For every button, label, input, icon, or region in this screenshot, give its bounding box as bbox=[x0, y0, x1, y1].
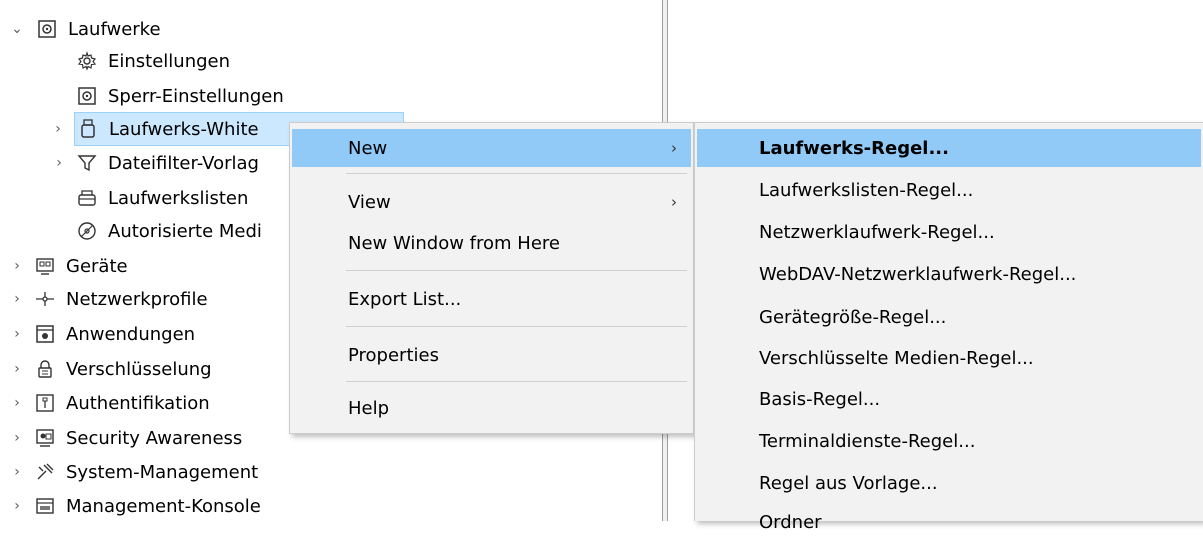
tree-item-verschluesselung[interactable]: › Verschlüsselung bbox=[8, 352, 212, 386]
tree-item-label: Management-Konsole bbox=[66, 495, 261, 517]
chevron-right-icon[interactable]: › bbox=[50, 154, 68, 172]
submenu-item-regel-aus-vorlage[interactable]: Regel aus Vorlage... bbox=[697, 464, 1201, 502]
chevron-right-icon[interactable]: › bbox=[49, 120, 67, 138]
tree-item-sperr-einstellungen[interactable]: Sperr-Einstellungen bbox=[76, 79, 284, 113]
tree-item-system-management[interactable]: › System-Management bbox=[8, 455, 258, 489]
tree-item-dateifilter-vorlagen[interactable]: › Dateifilter-Vorlag bbox=[56, 146, 259, 180]
chevron-right-icon[interactable]: › bbox=[8, 394, 26, 412]
tree-item-label: Geräte bbox=[66, 255, 128, 277]
chevron-down-icon[interactable]: ⌄ bbox=[8, 20, 26, 38]
submenu-item-basis-regel[interactable]: Basis-Regel... bbox=[697, 380, 1201, 418]
tree-item-label: Laufwerkslisten bbox=[108, 187, 249, 209]
padlock-icon bbox=[34, 358, 56, 380]
menu-item-export-list[interactable]: Export List... bbox=[292, 280, 691, 318]
chevron-right-icon[interactable]: › bbox=[8, 497, 26, 515]
submenu-item-laufwerkslisten-regel[interactable]: Laufwerkslisten-Regel... bbox=[697, 171, 1201, 209]
menu-separator bbox=[346, 173, 687, 174]
console-icon bbox=[34, 495, 56, 517]
tree-item-label: Dateifilter-Vorlag bbox=[108, 152, 259, 174]
devices-icon bbox=[34, 255, 56, 277]
chevron-right-icon[interactable]: › bbox=[8, 463, 26, 481]
submenu-item-verschluesselte-medien-regel[interactable]: Verschlüsselte Medien-Regel... bbox=[697, 339, 1201, 377]
submenu-item-laufwerks-regel[interactable]: Laufwerks-Regel... bbox=[697, 129, 1201, 167]
system-management-icon bbox=[34, 461, 56, 483]
tree-item-security-awareness[interactable]: › Security Awareness bbox=[8, 421, 242, 455]
drive-list-icon bbox=[76, 187, 98, 209]
menu-item-view[interactable]: View › bbox=[292, 183, 691, 221]
chevron-right-icon[interactable]: › bbox=[8, 257, 26, 275]
submenu-item-ordner[interactable]: Ordner bbox=[697, 503, 1201, 541]
menu-item-help[interactable]: Help bbox=[292, 389, 691, 427]
submenu-item-terminaldienste-regel[interactable]: Terminaldienste-Regel... bbox=[697, 422, 1201, 460]
menu-item-new[interactable]: New › bbox=[292, 129, 691, 167]
application-icon bbox=[34, 323, 56, 345]
menu-separator bbox=[346, 326, 687, 327]
menu-item-properties[interactable]: Properties bbox=[292, 336, 691, 374]
tree-item-label: Security Awareness bbox=[66, 427, 243, 449]
tree-item-label: Verschlüsselung bbox=[66, 358, 212, 380]
new-submenu: Laufwerks-Regel... Laufwerkslisten-Regel… bbox=[694, 122, 1203, 533]
tree-item-anwendungen[interactable]: › Anwendungen bbox=[8, 317, 195, 351]
tree-item-label: Sperr-Einstellungen bbox=[108, 85, 284, 107]
drive-icon bbox=[36, 18, 58, 40]
context-menu: New › View › New Window from Here Export… bbox=[289, 122, 694, 434]
menu-item-new-window-from-here[interactable]: New Window from Here bbox=[292, 224, 691, 262]
tree-item-netzwerkprofile[interactable]: › Netzwerkprofile bbox=[8, 282, 208, 316]
tree-item-label: Netzwerkprofile bbox=[66, 288, 208, 310]
chevron-right-icon[interactable]: › bbox=[8, 290, 26, 308]
chevron-right-icon: › bbox=[671, 193, 677, 211]
submenu-item-netzwerklaufwerk-regel[interactable]: Netzwerklaufwerk-Regel... bbox=[697, 213, 1201, 251]
tree-item-label: Laufwerke bbox=[68, 18, 161, 40]
tree-item-label: Authentifikation bbox=[66, 392, 210, 414]
tree-item-einstellungen[interactable]: Einstellungen bbox=[76, 44, 230, 78]
chevron-right-icon[interactable]: › bbox=[8, 429, 26, 447]
tree-item-geraete[interactable]: › Geräte bbox=[8, 249, 128, 283]
chevron-right-icon[interactable]: › bbox=[8, 360, 26, 378]
gear-icon bbox=[76, 50, 98, 72]
menu-separator bbox=[346, 381, 687, 382]
tree-item-authentifikation[interactable]: › Authentifikation bbox=[8, 386, 210, 420]
security-awareness-icon bbox=[34, 427, 56, 449]
chevron-right-icon[interactable]: › bbox=[8, 325, 26, 343]
tree-item-label: Einstellungen bbox=[108, 50, 231, 72]
tree-item-label: Anwendungen bbox=[66, 323, 196, 345]
tree-item-label: Autorisierte Medi bbox=[108, 220, 262, 242]
network-icon bbox=[34, 288, 56, 310]
funnel-icon bbox=[76, 152, 98, 174]
tree-item-label: System-Management bbox=[66, 461, 259, 483]
tree-item-laufwerke[interactable]: ⌄ Laufwerke bbox=[8, 12, 161, 46]
menu-separator bbox=[346, 270, 687, 271]
authentication-icon bbox=[34, 392, 56, 414]
lock-drive-icon bbox=[76, 85, 98, 107]
submenu-item-webdav-netzwerklaufwerk-regel[interactable]: WebDAV-Netzwerklaufwerk-Regel... bbox=[697, 255, 1201, 293]
usb-stick-icon bbox=[77, 118, 99, 140]
authorized-media-icon bbox=[76, 220, 98, 242]
tree-item-management-konsole[interactable]: › Management-Konsole bbox=[8, 489, 261, 523]
tree-item-autorisierte-medien[interactable]: Autorisierte Medi bbox=[76, 214, 262, 248]
submenu-item-geraetegroesse-regel[interactable]: Gerätegröße-Regel... bbox=[697, 298, 1201, 336]
tree-item-label: Laufwerks-White bbox=[109, 118, 259, 140]
chevron-right-icon: › bbox=[671, 139, 677, 157]
tree-item-laufwerkslisten[interactable]: Laufwerkslisten bbox=[76, 181, 248, 215]
